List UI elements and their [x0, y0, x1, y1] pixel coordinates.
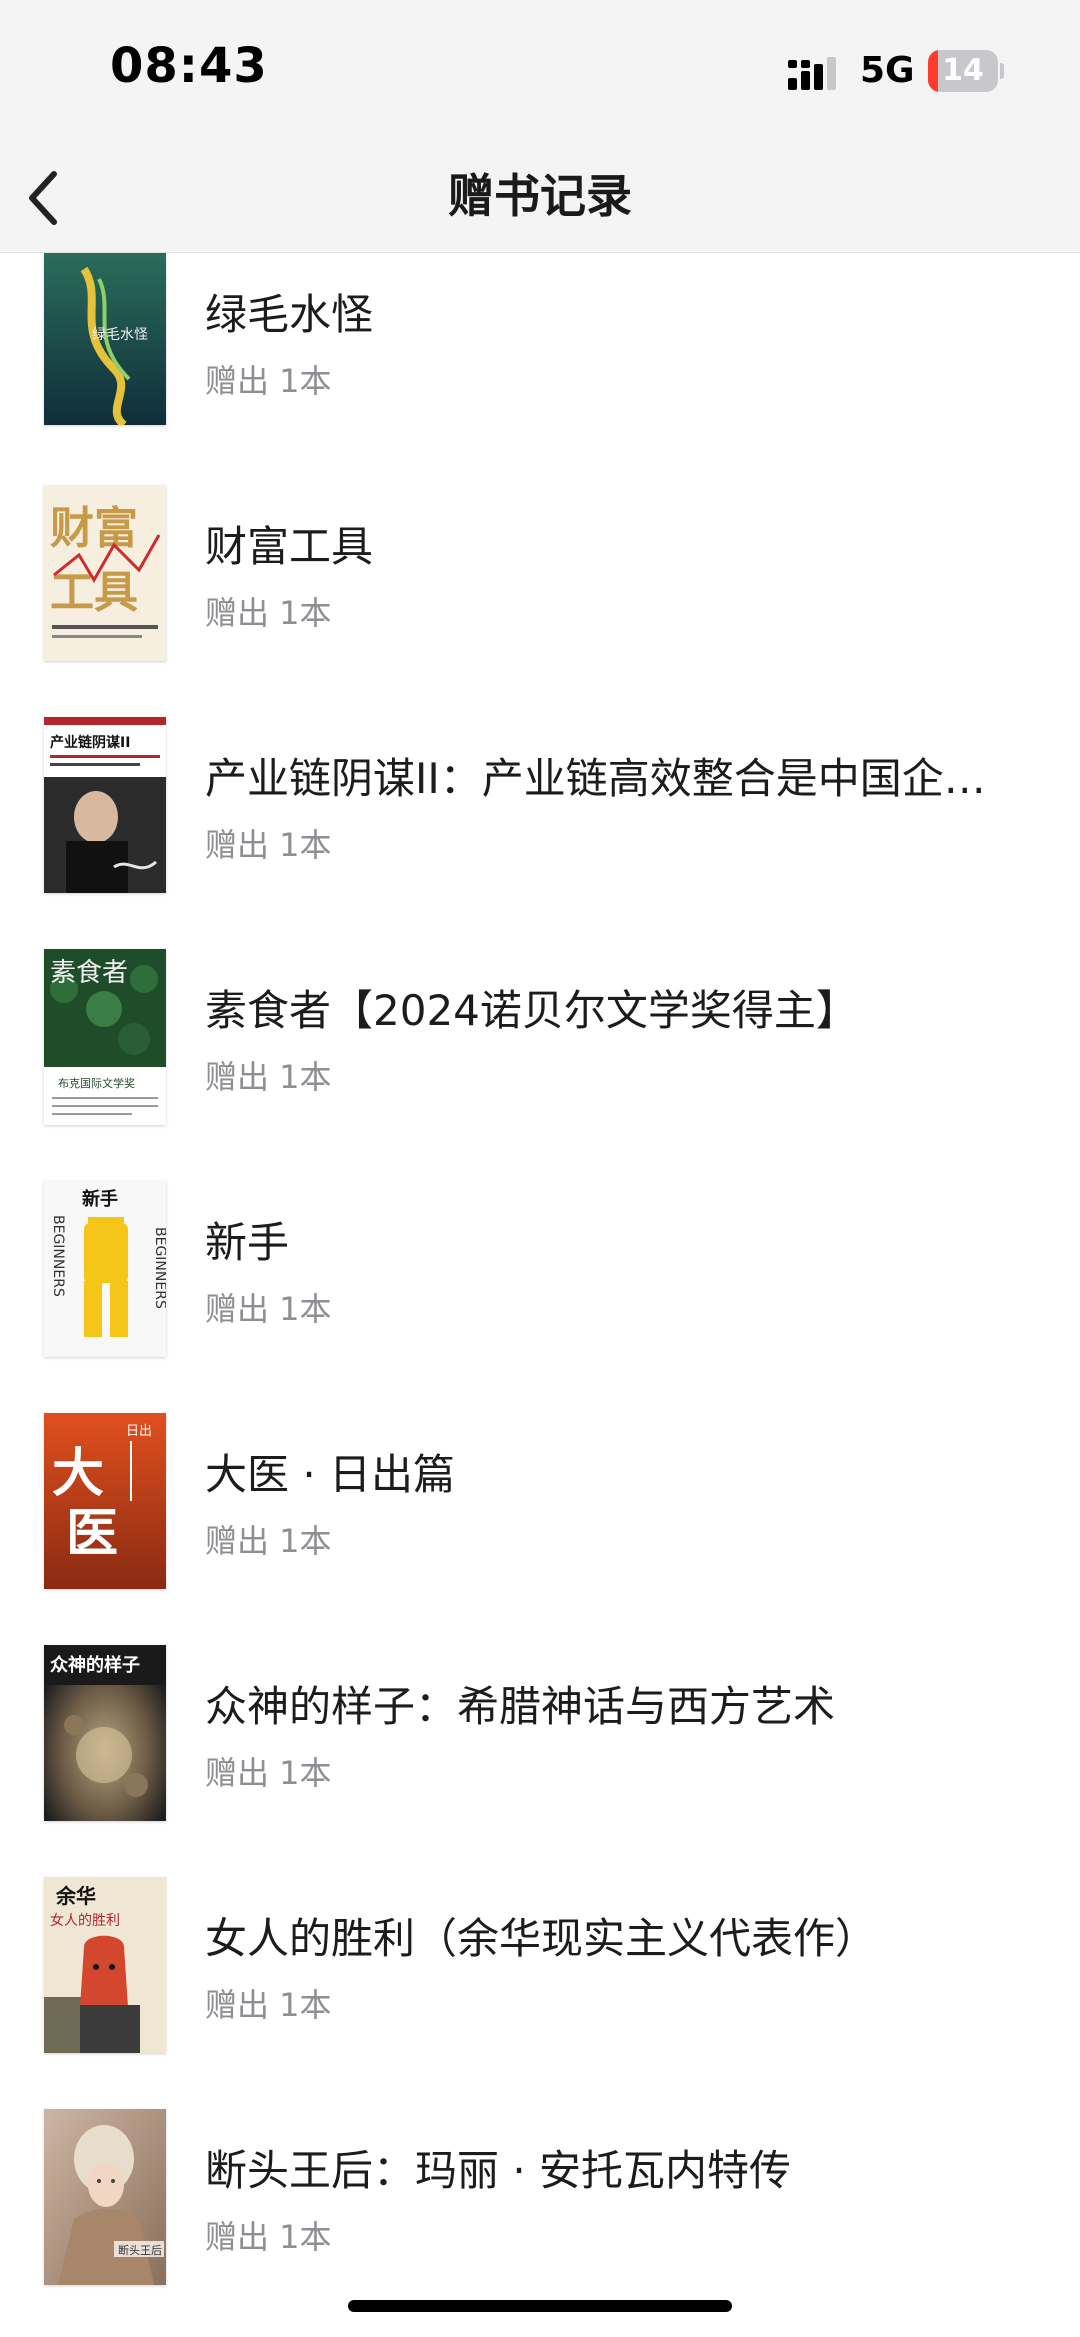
nav-bar: 赠书记录 [0, 140, 1080, 253]
svg-text:余华: 余华 [55, 1884, 96, 1908]
book-title: 绿毛水怪 [205, 290, 374, 339]
book-title: 产业链阴谋II：产业链高效整合是中国企业制胜之道 [205, 754, 1025, 803]
book-cover: 大 医 日出 [44, 1413, 166, 1589]
chevron-left-icon [29, 171, 57, 225]
list-item[interactable]: 新手 BEGINNERS BEGINNERS 新手 赠出 1本 [0, 1181, 1080, 1413]
gift-count: 赠出 1本 [205, 362, 332, 400]
gift-count: 赠出 1本 [205, 1754, 332, 1792]
list-item[interactable]: 大 医 日出 大医 · 日出篇 赠出 1本 [0, 1413, 1080, 1645]
svg-text:日出: 日出 [126, 1424, 152, 1439]
list-item[interactable]: 绿毛水怪 绿毛水怪 赠出 1本 [0, 253, 1080, 485]
svg-text:财富: 财富 [50, 503, 138, 554]
svg-text:布克国际文学奖: 布克国际文学奖 [58, 1076, 135, 1090]
book-cover: 余华 女人的胜利 [44, 1877, 166, 2053]
svg-text:医: 医 [66, 1503, 118, 1564]
cover-title: 绿毛水怪 [92, 327, 148, 343]
gift-count: 赠出 1本 [205, 2218, 332, 2256]
list-item[interactable]: 财富 工具 财富工具 赠出 1本 [0, 485, 1080, 717]
gift-count: 赠出 1本 [205, 1290, 332, 1328]
gift-count: 赠出 1本 [205, 826, 332, 864]
list-item[interactable]: 产业链阴谋II 产业链阴谋II：产业链高效整合是中国企业制胜之道 赠出 1本 [0, 717, 1080, 949]
list-item[interactable]: 素食者 布克国际文学奖 素食者【2024诺贝尔文学奖得主】 赠出 1本 [0, 949, 1080, 1181]
gift-count: 赠出 1本 [205, 1058, 332, 1096]
book-title: 财富工具 [205, 522, 374, 571]
gift-count: 赠出 1本 [205, 1986, 332, 2024]
svg-text:BEGINNERS: BEGINNERS [152, 1227, 166, 1309]
book-cover: 素食者 布克国际文学奖 [44, 949, 166, 1125]
list-item[interactable]: 余华 女人的胜利 女人的胜利（余华现实主义代表作） 赠出 1本 [0, 1877, 1080, 2109]
book-cover: 产业链阴谋II [44, 717, 166, 893]
book-title: 众神的样子：希腊神话与西方艺术 [205, 1682, 836, 1731]
book-title: 女人的胜利（余华现实主义代表作） [205, 1914, 878, 1963]
network-type: 5G [860, 50, 915, 91]
svg-text:产业链阴谋II: 产业链阴谋II [50, 734, 130, 751]
status-bar: 08:43 5G 14 [0, 0, 1080, 140]
svg-text:工具: 工具 [50, 567, 138, 618]
status-time: 08:43 [110, 38, 268, 94]
svg-text:BEGINNERS: BEGINNERS [50, 1215, 66, 1297]
svg-text:素食者: 素食者 [50, 958, 128, 988]
gift-count: 赠出 1本 [205, 594, 332, 632]
svg-text:女人的胜利: 女人的胜利 [50, 1912, 120, 1929]
book-cover: 财富 工具 [44, 485, 166, 661]
svg-text:断头王后: 断头王后 [118, 2243, 162, 2257]
book-cover: 断头王后 [44, 2109, 166, 2285]
book-cover: 绿毛水怪 [44, 253, 166, 425]
svg-text:大: 大 [52, 1443, 104, 1504]
book-cover: 新手 BEGINNERS BEGINNERS [44, 1181, 166, 1357]
cellular-signal-icon [788, 57, 836, 90]
svg-text:众神的样子: 众神的样子 [50, 1654, 140, 1676]
list-item[interactable]: 众神的样子 众神的样子：希腊神话与西方艺术 赠出 1本 [0, 1645, 1080, 1877]
battery-icon: 14 [928, 50, 1004, 92]
book-title: 断头王后：玛丽 · 安托瓦内特传 [205, 2146, 792, 2195]
page-title: 赠书记录 [448, 169, 632, 223]
book-title: 素食者【2024诺贝尔文学奖得主】 [205, 986, 858, 1035]
gift-count: 赠出 1本 [205, 1522, 332, 1560]
book-title: 新手 [205, 1218, 290, 1267]
home-indicator[interactable] [348, 2300, 732, 2312]
book-title: 大医 · 日出篇 [205, 1450, 456, 1499]
svg-text:新手: 新手 [82, 1188, 118, 1210]
book-cover: 众神的样子 [44, 1645, 166, 1821]
battery-level: 14 [942, 53, 984, 88]
back-button[interactable] [20, 156, 100, 236]
gift-record-list: 绿毛水怪 绿毛水怪 赠出 1本 财富 工具 财富工具 赠出 1本 产业链阴谋II… [0, 253, 1080, 2337]
